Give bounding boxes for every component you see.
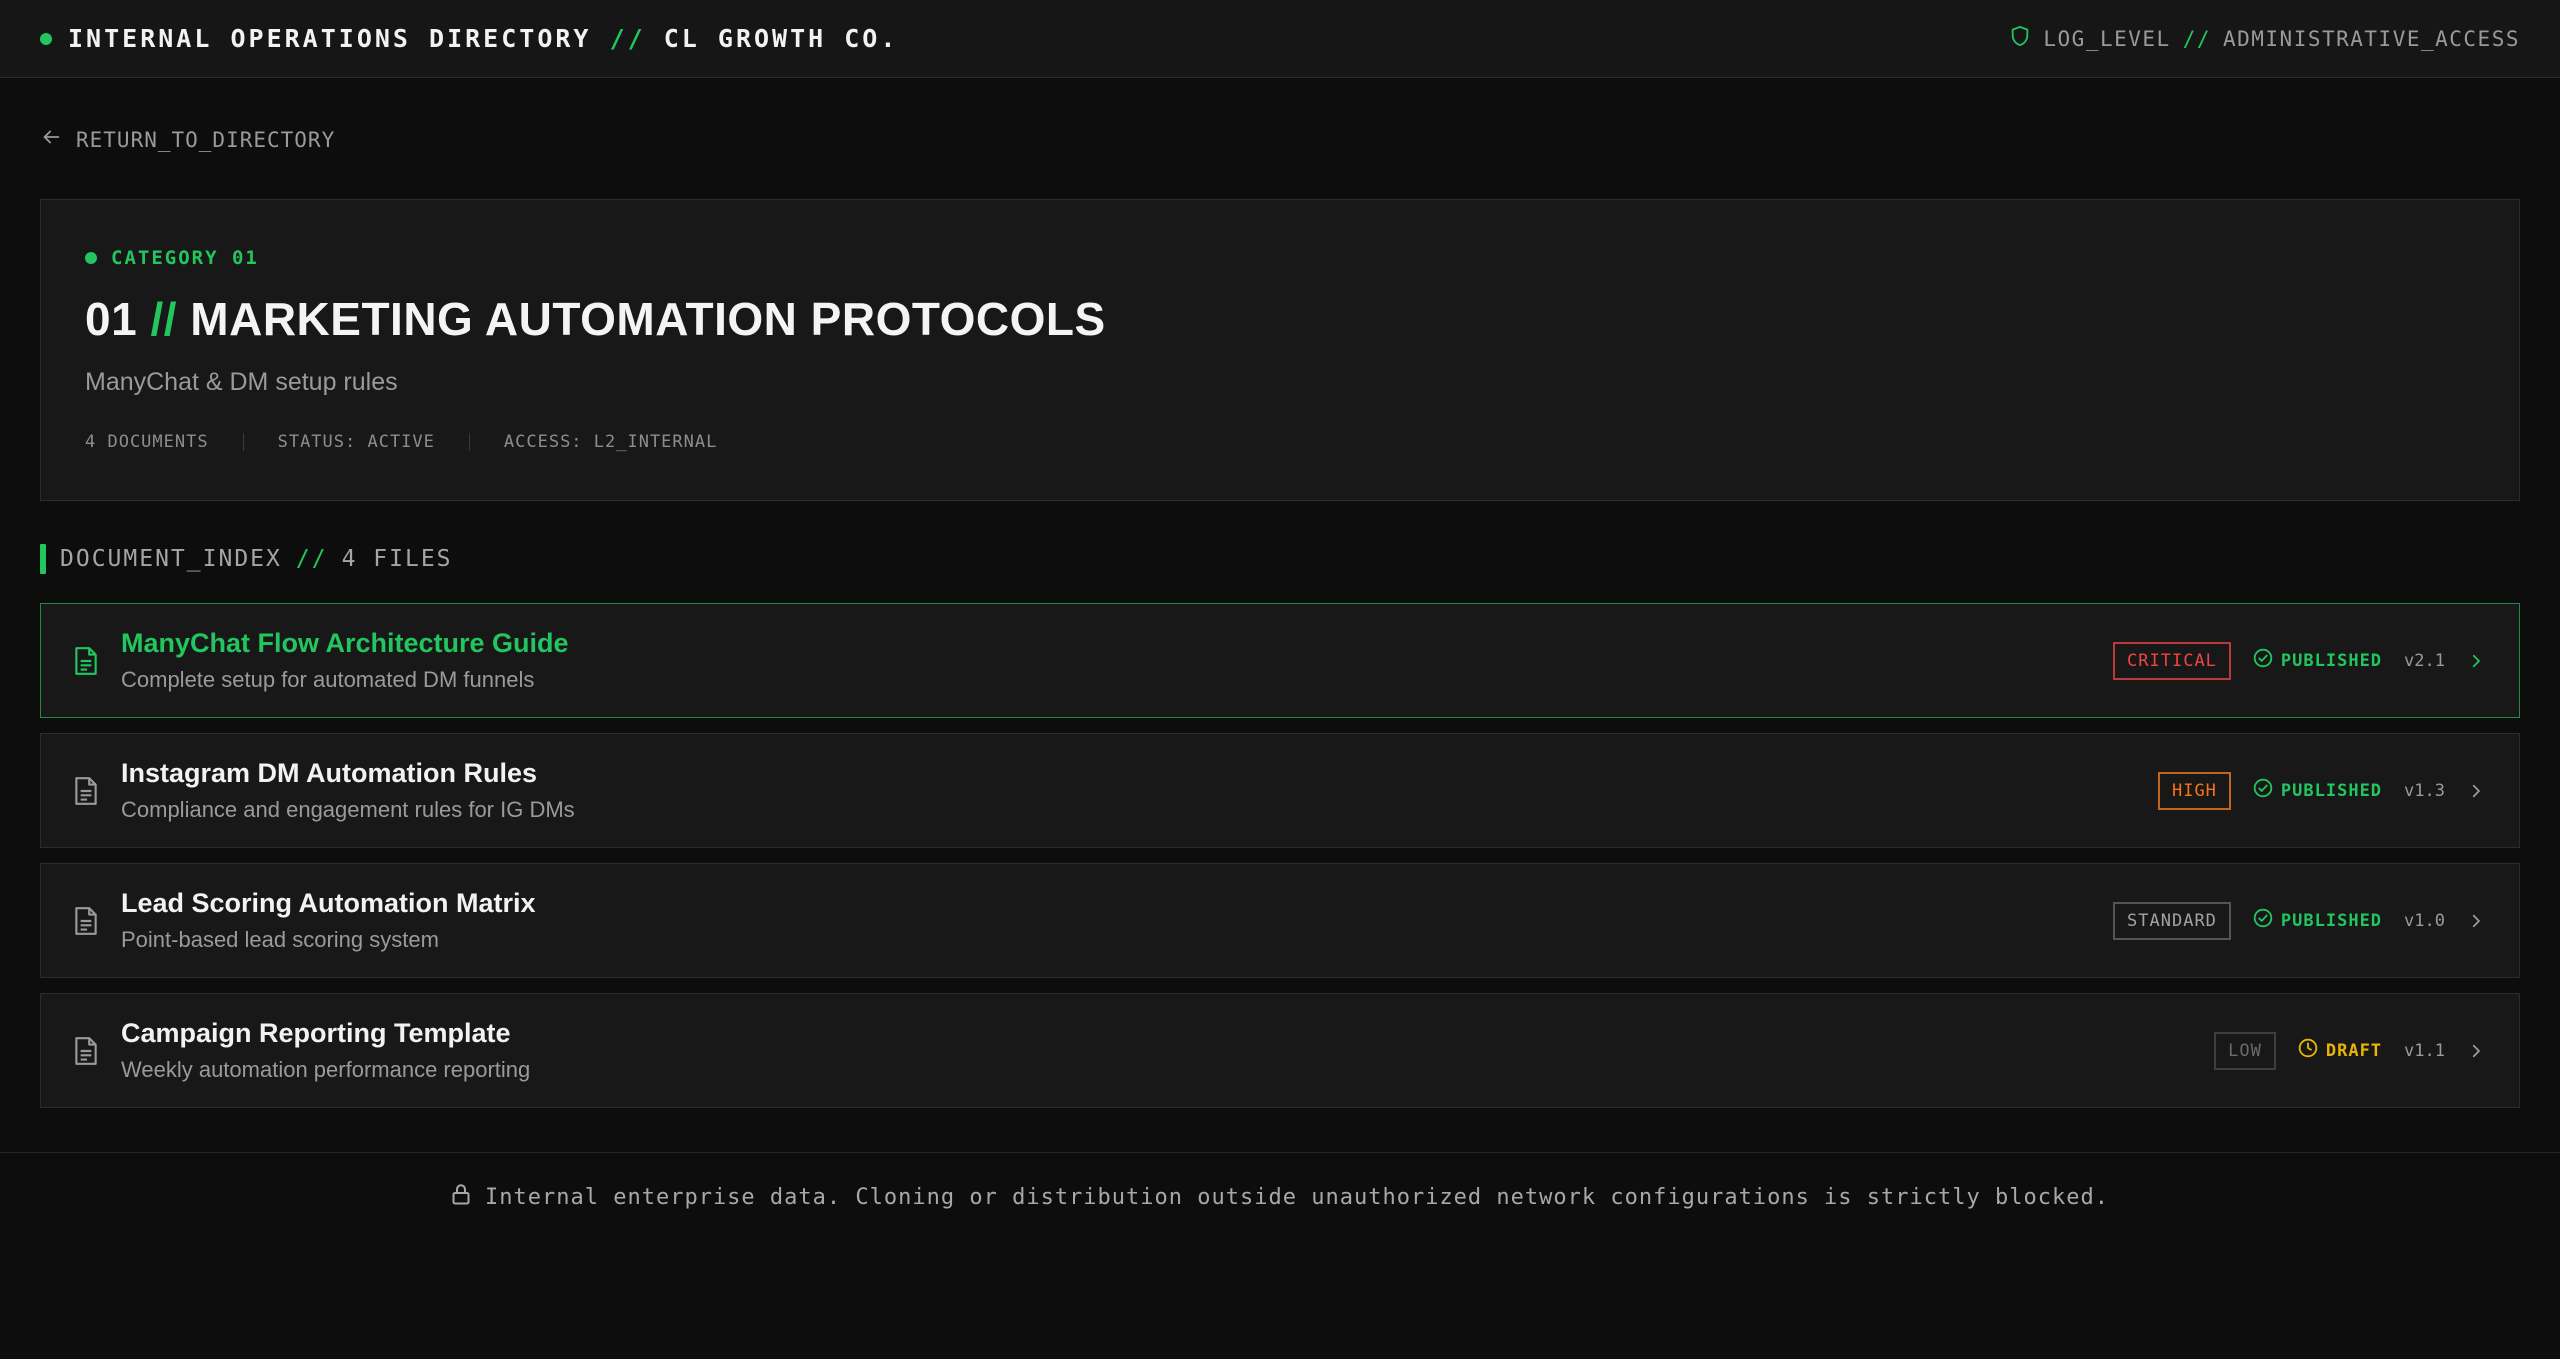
status-label: PUBLISHED [2280,650,2383,671]
status-dot [40,32,52,45]
file-text-icon [73,646,99,676]
document-info: Campaign Reporting Template Weekly autom… [73,1018,530,1083]
document-title: ManyChat Flow Architecture Guide [121,628,569,658]
clock-icon [2298,1038,2318,1063]
document-meta: LOW DRAFT v1.1 [2214,1031,2485,1070]
meta-divider [468,433,470,451]
brand-org: CL GROWTH CO. [663,24,899,53]
document-title: Campaign Reporting Template [121,1018,511,1048]
lock-icon [451,1183,471,1211]
document-meta: STANDARD PUBLISHED v1.0 [2113,901,2485,940]
document-meta: CRITICAL PUBLISHED v2.1 [2113,641,2485,680]
document-row[interactable]: ManyChat Flow Architecture Guide Complet… [40,603,2520,718]
file-text-icon [73,906,99,936]
category-number: 01 [85,293,138,345]
priority-badge: LOW [2214,1031,2276,1070]
check-circle-icon [2253,908,2273,933]
document-description: Weekly automation performance reporting [121,1057,531,1082]
document-row[interactable]: Instagram DM Automation Rules Compliance… [40,733,2520,848]
status-label: DRAFT [2325,1040,2383,1061]
category-tag: CATEGORY 01 [85,247,259,269]
check-circle-icon [2253,648,2273,673]
category-subtitle: ManyChat & DM setup rules [85,368,398,396]
document-title: Lead Scoring Automation Matrix [121,888,536,918]
document-meta: HIGH PUBLISHED v1.3 [2157,771,2485,810]
document-index-heading: DOCUMENT_INDEX // 4 FILES [40,544,453,574]
version-label: v2.1 [2404,650,2445,671]
status-badge: PUBLISHED [2253,908,2382,933]
accent-bar [40,544,46,574]
index-label: DOCUMENT_INDEX [60,546,282,572]
return-to-directory-link[interactable]: RETURN_TO_DIRECTORY [40,126,335,153]
top-bar: INTERNAL OPERATIONS DIRECTORY // CL GROW… [0,0,2560,78]
chevron-right-icon [2467,782,2485,800]
priority-badge: STANDARD [2113,901,2231,940]
priority-badge: CRITICAL [2113,641,2231,680]
footer: Internal enterprise data. Cloning or dis… [0,1152,2560,1359]
chevron-right-icon [2467,652,2485,670]
file-text-icon [73,1036,99,1066]
page-title: 01 // MARKETING AUTOMATION PROTOCOLS [85,292,1106,346]
document-description: Complete setup for automated DM funnels [121,667,535,692]
brand-separator: // [609,24,646,53]
status-label: PUBLISHED [2280,780,2383,801]
brand-title: INTERNAL OPERATIONS DIRECTORY // CL GROW… [68,24,898,53]
document-row[interactable]: Lead Scoring Automation Matrix Point-bas… [40,863,2520,978]
brand-main: INTERNAL OPERATIONS DIRECTORY [68,24,592,53]
document-info: Lead Scoring Automation Matrix Point-bas… [73,888,536,953]
meta-divider [242,433,244,451]
footer-note-text: Internal enterprise data. Cloning or dis… [485,1184,2109,1210]
access-label: LOG_LEVEL [2043,26,2171,51]
document-info: Instagram DM Automation Rules Compliance… [73,758,575,823]
meta-access: ACCESS: L2_INTERNAL [503,432,718,452]
category-header-card: CATEGORY 01 01 // MARKETING AUTOMATION P… [40,199,2520,501]
meta-status: STATUS: ACTIVE [277,432,435,452]
chevron-right-icon [2467,1042,2485,1060]
status-label: PUBLISHED [2280,910,2383,931]
priority-badge: HIGH [2157,771,2231,810]
document-title: Instagram DM Automation Rules [121,758,538,788]
shield-icon [2009,24,2031,53]
document-row[interactable]: Campaign Reporting Template Weekly autom… [40,993,2520,1108]
title-separator: // [150,293,178,345]
file-text-icon [73,776,99,806]
version-label: v1.0 [2404,910,2445,931]
category-title: MARKETING AUTOMATION PROTOCOLS [190,293,1106,345]
chevron-right-icon [2467,912,2485,930]
version-label: v1.1 [2404,1040,2445,1061]
status-badge: PUBLISHED [2253,648,2382,673]
index-separator: // [295,546,328,572]
category-dot [85,252,97,264]
document-info: ManyChat Flow Architecture Guide Complet… [73,628,569,693]
document-description: Compliance and engagement rules for IG D… [121,797,575,822]
back-label: RETURN_TO_DIRECTORY [76,127,336,152]
index-count: 4 FILES [341,546,453,572]
check-circle-icon [2253,778,2273,803]
category-tag-label: CATEGORY 01 [111,247,259,269]
footer-notice: Internal enterprise data. Cloning or dis… [0,1183,2560,1211]
brand: INTERNAL OPERATIONS DIRECTORY // CL GROW… [40,24,898,53]
document-description: Point-based lead scoring system [121,927,439,952]
access-separator: // [2182,26,2211,51]
status-badge: DRAFT [2298,1038,2382,1063]
arrow-left-icon [40,126,62,153]
meta-documents: 4 DOCUMENTS [85,432,209,452]
access-level: LOG_LEVEL // ADMINISTRATIVE_ACCESS [2009,24,2520,53]
status-badge: PUBLISHED [2253,778,2382,803]
access-value: ADMINISTRATIVE_ACCESS [2222,26,2520,51]
version-label: v1.3 [2404,780,2445,801]
category-meta: 4 DOCUMENTS STATUS: ACTIVE ACCESS: L2_IN… [85,432,717,452]
